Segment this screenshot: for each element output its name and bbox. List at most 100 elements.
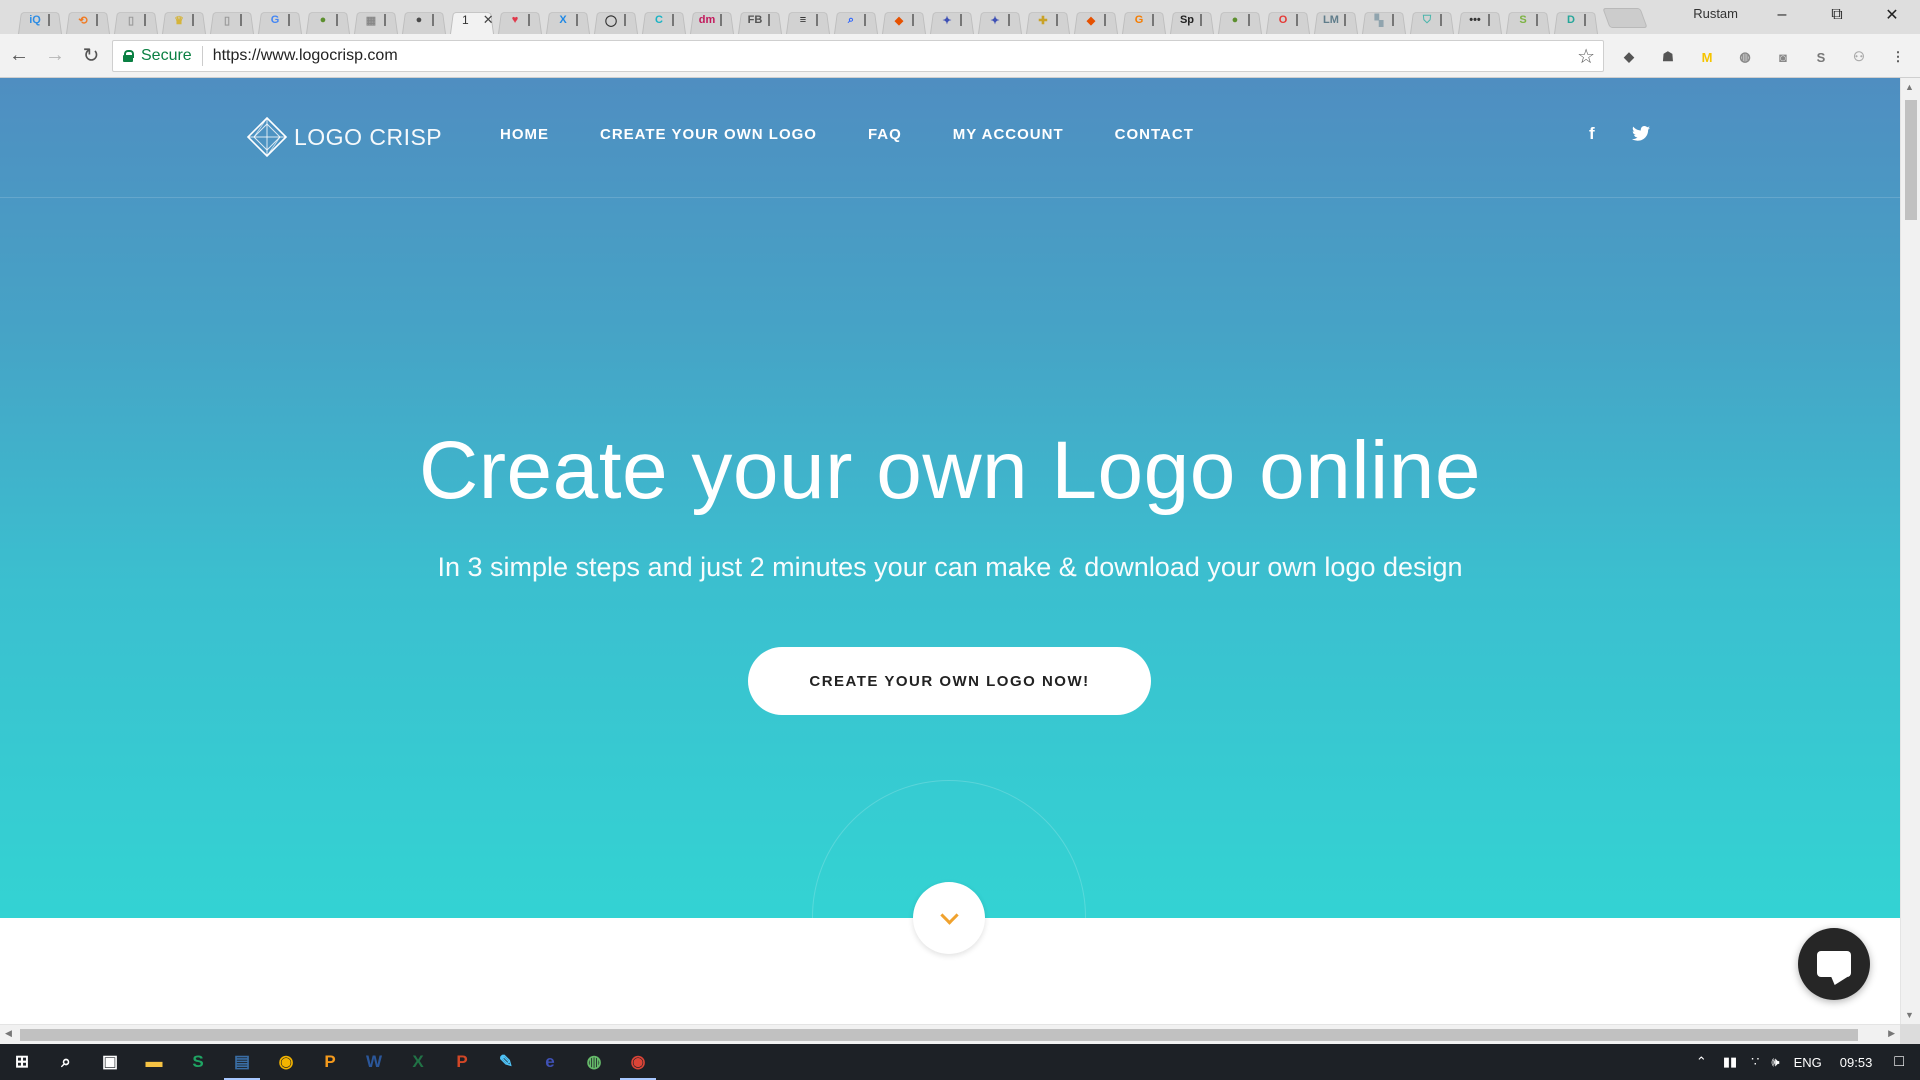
tab[interactable]: ● xyxy=(302,6,350,34)
excel-icon[interactable]: X xyxy=(396,1044,440,1080)
language-indicator[interactable]: ENG xyxy=(1794,1055,1822,1070)
tab[interactable]: D xyxy=(1550,6,1598,34)
nav-my-account[interactable]: MY ACCOUNT xyxy=(953,126,1064,143)
vertical-scroll-thumb[interactable] xyxy=(1905,100,1917,220)
tab[interactable]: ▯ xyxy=(206,6,254,34)
s-app-icon[interactable]: S xyxy=(176,1044,220,1080)
vertical-scrollbar[interactable]: ▲ ▼ xyxy=(1900,78,1920,1024)
powerpoint-icon[interactable]: P xyxy=(440,1044,484,1080)
tab[interactable]: ◆ xyxy=(1070,6,1118,34)
tab-title-stub xyxy=(1392,14,1394,26)
tab[interactable]: ≡ xyxy=(782,6,830,34)
chrome-canary-icon[interactable]: ◉ xyxy=(264,1044,308,1080)
tab[interactable]: LM xyxy=(1310,6,1358,34)
nav-create-logo[interactable]: CREATE YOUR OWN LOGO xyxy=(600,126,817,143)
restore-icon[interactable]: ⧉ xyxy=(1809,0,1865,30)
close-window-icon[interactable]: ✕ xyxy=(1864,0,1920,30)
pocket-icon[interactable]: ◆ xyxy=(1616,44,1642,70)
tab[interactable]: dm xyxy=(686,6,734,34)
battery-icon[interactable]: ▮▮ xyxy=(1723,1054,1737,1070)
globe-app-icon[interactable]: ◍ xyxy=(572,1044,616,1080)
new-tab-button[interactable] xyxy=(1602,8,1648,28)
twitter-icon[interactable] xyxy=(1632,126,1650,141)
tab[interactable]: ⛉ xyxy=(1406,6,1454,34)
forward-arrow-icon[interactable]: → xyxy=(38,39,72,73)
photo-app-icon[interactable]: ▤ xyxy=(220,1044,264,1080)
start-icon[interactable]: ⊞ xyxy=(0,1044,44,1080)
tab[interactable]: G xyxy=(254,6,302,34)
scroll-down-arrow-icon[interactable]: ▼ xyxy=(1905,1010,1914,1020)
tab[interactable]: O xyxy=(1262,6,1310,34)
scroll-left-arrow-icon[interactable]: ◀ xyxy=(5,1028,12,1039)
horizontal-scrollbar[interactable]: ◀ ▶ xyxy=(0,1024,1900,1044)
globe-icon[interactable]: ◍ xyxy=(1732,44,1758,70)
tab[interactable]: ◆ xyxy=(878,6,926,34)
facebook-icon[interactable]: f xyxy=(1589,124,1595,144)
tab[interactable]: ✦ xyxy=(926,6,974,34)
scroll-right-arrow-icon[interactable]: ▶ xyxy=(1888,1028,1895,1039)
ghostery-icon[interactable]: ☗ xyxy=(1655,44,1681,70)
tab[interactable]: C xyxy=(638,6,686,34)
m-icon[interactable]: M xyxy=(1694,44,1720,70)
tab[interactable]: ♥ xyxy=(494,6,542,34)
tab[interactable]: ✦ xyxy=(974,6,1022,34)
profile-name[interactable]: Rustam xyxy=(1693,6,1738,21)
tab-close-icon[interactable]: ✕ xyxy=(483,12,494,28)
tab[interactable]: S xyxy=(1502,6,1550,34)
task-view-icon[interactable]: ▣ xyxy=(88,1044,132,1080)
tab[interactable]: ▯ xyxy=(110,6,158,34)
security-indicator[interactable]: Secure xyxy=(113,46,203,66)
chat-widget-button[interactable] xyxy=(1798,928,1870,1000)
search-icon[interactable]: ⌕ xyxy=(44,1044,88,1080)
nav-home[interactable]: HOME xyxy=(500,126,549,143)
tab[interactable]: ▚ xyxy=(1358,6,1406,34)
tab[interactable]: ● xyxy=(1214,6,1262,34)
scroll-down-button[interactable] xyxy=(913,882,985,954)
tab[interactable]: ◯ xyxy=(590,6,638,34)
create-logo-cta-button[interactable]: CREATE YOUR OWN LOGO NOW! xyxy=(748,647,1151,715)
chrome-icon[interactable]: ◉ xyxy=(616,1044,660,1080)
tab[interactable]: ⟲ xyxy=(62,6,110,34)
s-ext-icon[interactable]: S xyxy=(1808,44,1834,70)
back-arrow-icon[interactable]: ← xyxy=(2,39,36,73)
p-app-icon[interactable]: P xyxy=(308,1044,352,1080)
wifi-icon[interactable]: ∵ xyxy=(1751,1054,1759,1070)
site-logo[interactable]: LOGO CRISP xyxy=(246,116,442,158)
bookmark-star-icon[interactable]: ☆ xyxy=(1577,44,1595,69)
e-app-icon[interactable]: e xyxy=(528,1044,572,1080)
tab-active[interactable]: 1 ✕ xyxy=(446,6,494,34)
nav-contact[interactable]: CONTACT xyxy=(1115,126,1194,143)
person-icon[interactable]: ⚇ xyxy=(1846,44,1872,70)
windows-taskbar: ⌃ ▮▮ ∵ 🕪 ENG 09:53 □ ⊞ ⌕ ▣ ▬ S ▤ ◉ P W X P ✎ e ◍ ◉ xyxy=(0,1044,1920,1080)
tab[interactable]: ⌕ xyxy=(830,6,878,34)
tab[interactable]: X xyxy=(542,6,590,34)
tab[interactable]: ••• xyxy=(1454,6,1502,34)
tab[interactable]: ✚ xyxy=(1022,6,1070,34)
minimize-icon[interactable]: – xyxy=(1754,0,1810,30)
tab[interactable]: Sp xyxy=(1166,6,1214,34)
pen-app-icon[interactable]: ✎ xyxy=(484,1044,528,1080)
volume-icon[interactable]: 🕪 xyxy=(1771,1054,1779,1070)
file-explorer-icon[interactable]: ▬ xyxy=(132,1044,176,1080)
tab[interactable]: ● xyxy=(398,6,446,34)
camera-icon[interactable]: ◙ xyxy=(1770,44,1796,70)
tab[interactable]: ♛ xyxy=(158,6,206,34)
tab[interactable]: ▦ xyxy=(350,6,398,34)
hero-subheadline: In 3 simple steps and just 2 minutes you… xyxy=(437,552,1463,582)
reload-icon[interactable]: ↻ xyxy=(74,39,108,73)
search-icon-glyph: ⌕ xyxy=(61,1052,71,1071)
clock[interactable]: 09:53 xyxy=(1840,1055,1873,1070)
address-bar[interactable]: Secure https://www.logocrisp.com ☆ xyxy=(112,40,1604,72)
action-center-icon[interactable]: □ xyxy=(1894,1053,1904,1071)
menu-dots-icon[interactable]: ⋮ xyxy=(1885,44,1911,70)
tray-chevron-icon[interactable]: ⌃ xyxy=(1696,1054,1707,1070)
tab-title-stub xyxy=(864,14,866,26)
tab[interactable]: iQ xyxy=(14,6,62,34)
url-text[interactable]: https://www.logocrisp.com xyxy=(203,47,398,65)
word-icon[interactable]: W xyxy=(352,1044,396,1080)
tab[interactable]: FB xyxy=(734,6,782,34)
scroll-up-arrow-icon[interactable]: ▲ xyxy=(1905,82,1914,92)
tab[interactable]: G xyxy=(1118,6,1166,34)
nav-faq[interactable]: FAQ xyxy=(868,126,902,143)
horizontal-scroll-thumb[interactable] xyxy=(20,1029,1858,1041)
